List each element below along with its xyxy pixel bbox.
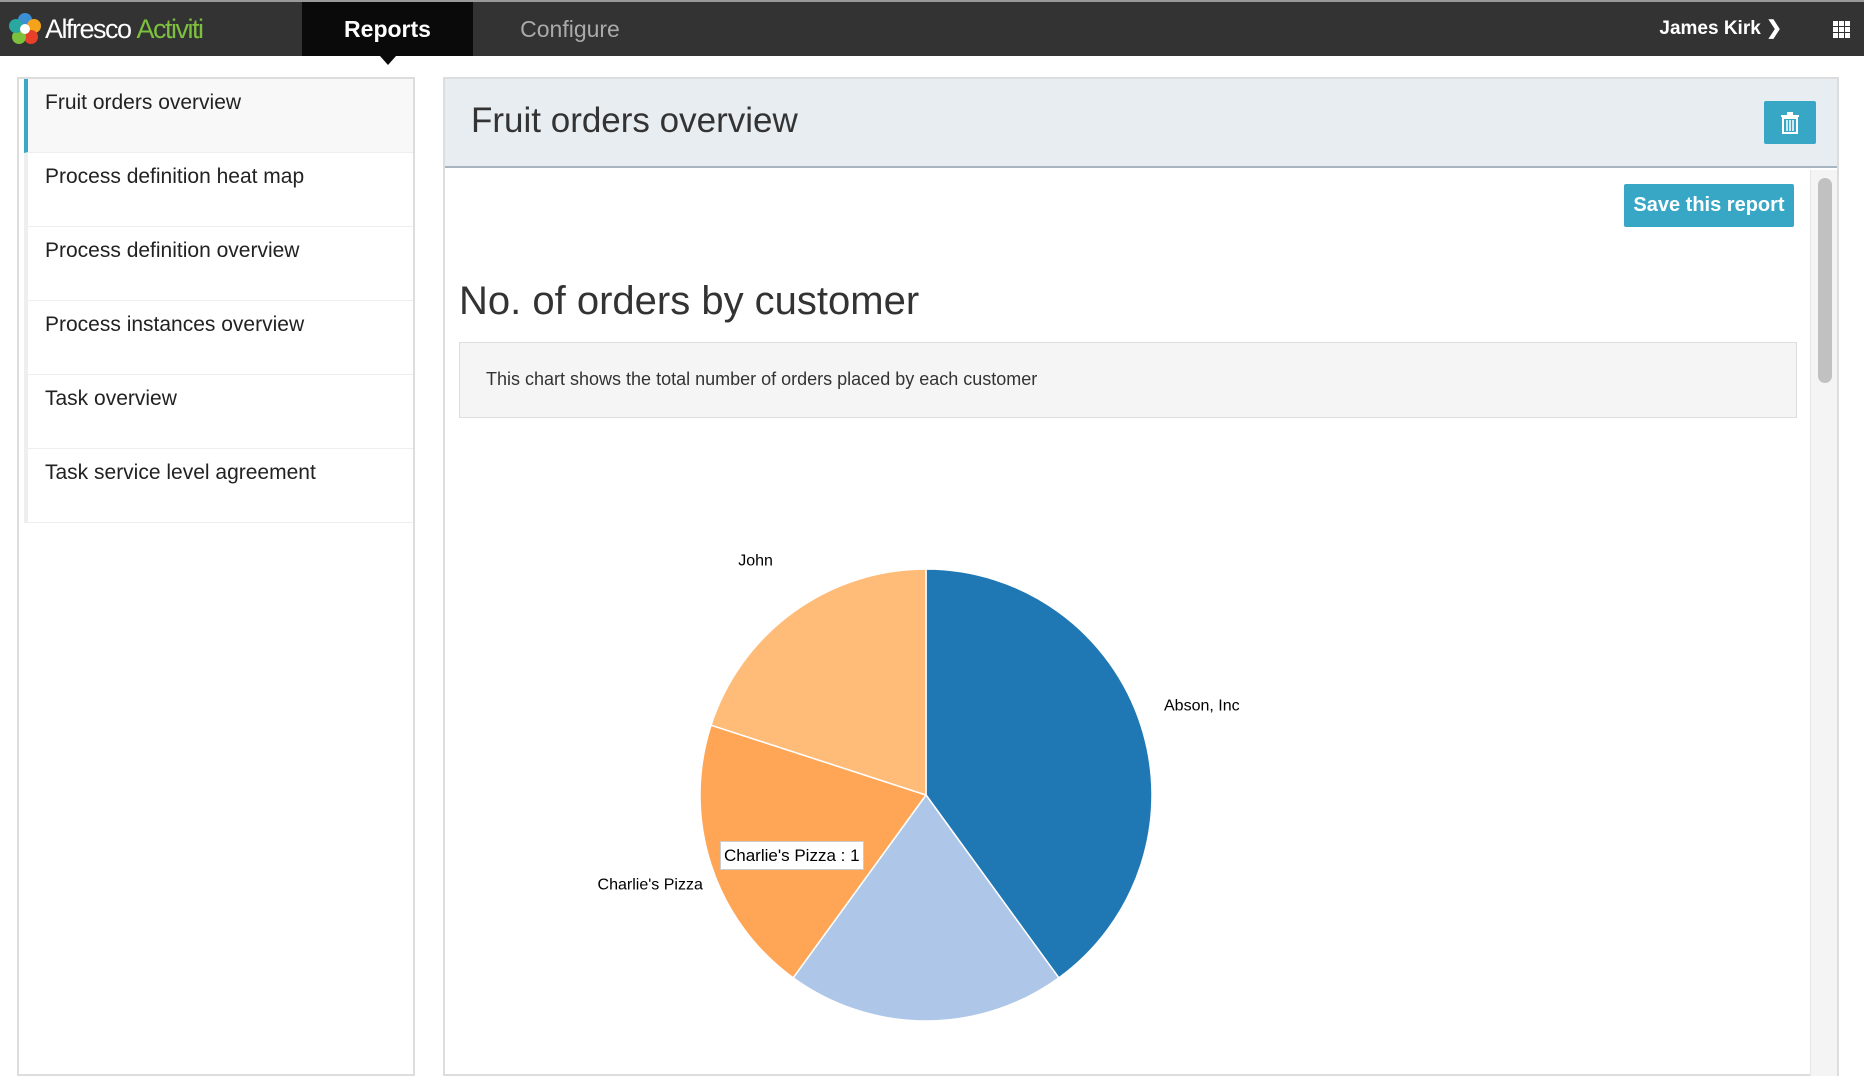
pie-label: Abson, Inc — [1164, 697, 1240, 714]
tab-reports[interactable]: Reports — [302, 2, 473, 65]
chart-tooltip: Charlie's Pizza : 1 — [720, 841, 864, 870]
report-list-sidebar: Fruit orders overview Process definition… — [17, 77, 415, 1076]
sidebar-item-process-instances-overview[interactable]: Process instances overview — [24, 301, 413, 375]
top-nav-bar: Alfresco Activiti Reports Configure Jame… — [0, 0, 1864, 65]
scrollbar-thumb[interactable] — [1818, 178, 1832, 383]
pie-label: John — [738, 552, 773, 569]
sidebar-item-task-overview[interactable]: Task overview — [24, 375, 413, 449]
chevron-down-icon: ❯ — [1766, 18, 1782, 39]
user-name: James Kirk — [1659, 18, 1761, 39]
grid-icon[interactable] — [1833, 21, 1850, 38]
logo-text-activiti: Activiti — [136, 13, 205, 44]
report-panel: Fruit orders overview Save this report N… — [443, 77, 1839, 1076]
sidebar-item-process-definition-overview[interactable]: Process definition overview — [24, 227, 413, 301]
scrollbar[interactable] — [1810, 170, 1837, 1076]
logo-flower-icon — [9, 13, 41, 44]
tab-configure[interactable]: Configure — [500, 2, 640, 56]
alfresco-activiti-logo[interactable]: Alfresco Activiti — [8, 12, 205, 46]
sidebar-item-fruit-orders-overview[interactable]: Fruit orders overview — [24, 79, 413, 153]
pie-chart: Abson, IncBuba CorpCharlie's PizzaJohn — [598, 552, 1240, 1022]
logo-text-alfresco: Alfresco — [45, 13, 132, 44]
sidebar-item-task-sla[interactable]: Task service level agreement — [24, 449, 413, 523]
pie-label: Charlie's Pizza — [598, 877, 703, 894]
user-menu[interactable]: James Kirk ❯ — [1659, 2, 1782, 56]
sidebar-item-process-definition-heat-map[interactable]: Process definition heat map — [24, 153, 413, 227]
